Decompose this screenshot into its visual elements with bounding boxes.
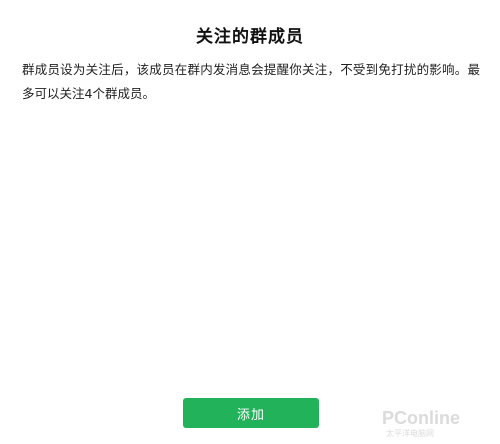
page-title: 关注的群成员 — [196, 27, 304, 47]
svg-text:PConline: PConline — [382, 408, 460, 428]
follow-members-page: 关注的群成员 群成员设为关注后，该成员在群内发消息会提醒你关注，不受到免打扰的影… — [0, 0, 500, 444]
pconline-watermark-logo: PConline 太平洋电脑网 — [382, 408, 460, 438]
svg-text:太平洋电脑网: 太平洋电脑网 — [386, 428, 434, 438]
add-button[interactable]: 添加 — [183, 398, 319, 428]
description-text: 群成员设为关注后，该成员在群内发消息会提醒你关注，不受到免打扰的影响。最多可以关… — [22, 62, 480, 101]
